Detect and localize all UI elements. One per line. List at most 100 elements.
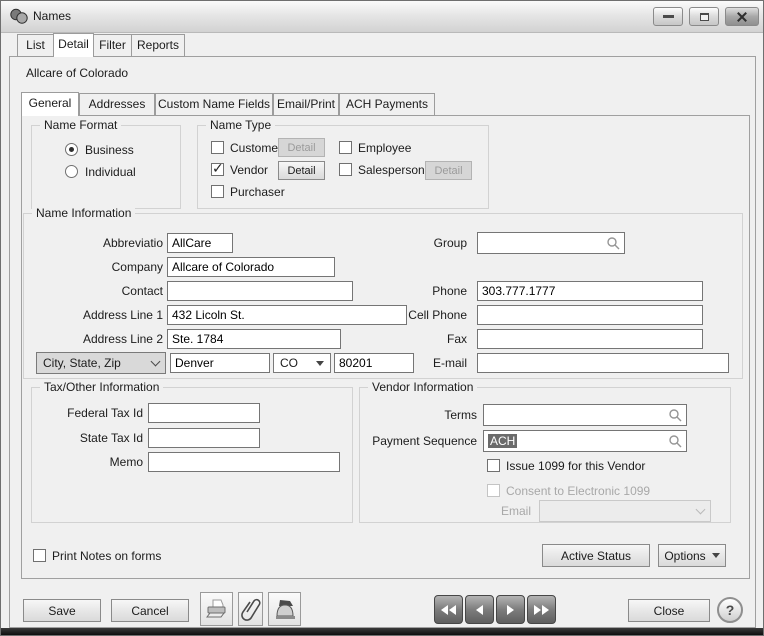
previous-record-icon [476, 605, 483, 615]
chevron-down-icon [151, 357, 161, 367]
tab-ach-payments[interactable]: ACH Payments [339, 93, 435, 116]
options-button[interactable]: Options [658, 544, 726, 567]
phone-input[interactable] [477, 281, 703, 301]
email-label: E-mail [331, 353, 467, 373]
terms-lookup-field[interactable] [483, 404, 687, 426]
name-type-legend: Name Type [206, 118, 275, 132]
federal-tax-id-label: Federal Tax Id [35, 403, 143, 423]
tab-email-print[interactable]: Email/Print [273, 93, 339, 116]
payment-sequence-label: Payment Sequence [359, 431, 477, 451]
record-previous-button[interactable] [465, 595, 494, 624]
state-tax-id-label: State Tax Id [35, 428, 143, 448]
employee-checkbox-label[interactable]: Employee [358, 138, 411, 158]
salesperson-detail-button[interactable]: Detail [425, 161, 472, 180]
tab-addresses[interactable]: Addresses [79, 93, 155, 116]
close-button[interactable]: Close [628, 599, 710, 622]
tax-other-information-legend: Tax/Other Information [40, 380, 163, 394]
company-label: Company [23, 257, 163, 277]
tab-reports[interactable]: Reports [131, 34, 185, 57]
phone-label: Phone [331, 281, 467, 301]
email-input[interactable] [477, 353, 729, 373]
window-bottom-edge [1, 628, 763, 635]
bell-icon [273, 597, 297, 621]
record-first-button[interactable] [434, 595, 463, 624]
cancel-button[interactable]: Cancel [111, 599, 189, 622]
vendor-email-combo[interactable] [539, 500, 711, 522]
issue-1099-checkbox-label[interactable]: Issue 1099 for this Vendor [506, 456, 645, 476]
tab-detail[interactable]: Detail [53, 33, 94, 57]
purchaser-checkbox[interactable] [211, 185, 224, 198]
names-window: Names List Detail Filter Reports Allcare… [0, 0, 764, 636]
dropdown-arrow-icon [712, 553, 720, 558]
minimize-button[interactable] [653, 7, 683, 26]
federal-tax-id-input[interactable] [148, 403, 260, 423]
first-record-icon [441, 605, 448, 615]
maximize-icon [700, 13, 709, 21]
fax-input[interactable] [477, 329, 703, 349]
search-icon [668, 408, 682, 422]
print-notes-checkbox-label[interactable]: Print Notes on forms [52, 546, 161, 566]
print-button[interactable] [200, 592, 233, 626]
name-format-legend: Name Format [40, 118, 121, 132]
vendor-detail-button[interactable]: Detail [278, 161, 325, 180]
chevron-down-icon [696, 505, 706, 515]
individual-radio[interactable] [65, 165, 78, 178]
customer-checkbox[interactable] [211, 141, 224, 154]
customer-checkbox-label[interactable]: Customer [230, 138, 282, 158]
memo-input[interactable] [148, 452, 340, 472]
city-state-zip-selector-label: City, State, Zip [43, 356, 121, 370]
business-radio-label[interactable]: Business [85, 140, 134, 160]
business-radio[interactable] [65, 143, 78, 156]
active-status-button[interactable]: Active Status [542, 544, 650, 567]
state-combo[interactable]: CO [273, 353, 331, 373]
individual-radio-label[interactable]: Individual [85, 162, 136, 182]
address-line-1-label: Address Line 1 [23, 305, 163, 325]
salesperson-checkbox[interactable] [339, 163, 352, 176]
tab-general[interactable]: General [21, 92, 79, 116]
consent-electronic-1099-checkbox[interactable] [487, 484, 500, 497]
payment-sequence-lookup-field[interactable]: ACH [483, 430, 687, 452]
vendor-checkbox-label[interactable]: Vendor [230, 160, 268, 180]
terms-label: Terms [367, 405, 477, 425]
state-tax-id-input[interactable] [148, 428, 260, 448]
print-notes-checkbox[interactable] [33, 549, 46, 562]
record-next-button[interactable] [496, 595, 525, 624]
titlebar: Names [1, 1, 763, 33]
city-state-zip-selector[interactable]: City, State, Zip [36, 352, 166, 374]
tab-custom-name-fields[interactable]: Custom Name Fields [155, 93, 273, 116]
dropdown-arrow-icon [316, 361, 324, 366]
abbreviation-input[interactable] [167, 233, 233, 253]
close-icon [736, 11, 748, 23]
last-record-icon [534, 605, 541, 615]
options-button-label: Options [664, 549, 705, 563]
city-input[interactable] [170, 353, 270, 373]
minimize-icon [663, 15, 674, 18]
paperclip-icon [241, 596, 261, 622]
address-line-2-input[interactable] [167, 329, 341, 349]
vendor-checkbox[interactable] [211, 163, 224, 176]
help-button[interactable]: ? [717, 597, 743, 623]
salesperson-checkbox-label[interactable]: Salesperson [358, 160, 425, 180]
names-icon [9, 8, 29, 25]
attachments-button[interactable] [238, 592, 263, 626]
payment-sequence-value: ACH [488, 434, 517, 448]
issue-1099-checkbox[interactable] [487, 459, 500, 472]
maximize-button[interactable] [689, 7, 719, 26]
record-last-button[interactable] [527, 595, 556, 624]
close-window-button[interactable] [725, 7, 759, 26]
customer-detail-button[interactable]: Detail [278, 138, 325, 157]
group-lookup-field[interactable] [477, 232, 625, 254]
save-button[interactable]: Save [23, 599, 101, 622]
company-input[interactable] [167, 257, 335, 277]
purchaser-checkbox-label[interactable]: Purchaser [230, 182, 285, 202]
employee-checkbox[interactable] [339, 141, 352, 154]
record-name: Allcare of Colorado [26, 66, 128, 80]
contact-input[interactable] [167, 281, 353, 301]
search-icon [606, 236, 620, 250]
cell-phone-input[interactable] [477, 305, 703, 325]
tab-list[interactable]: List [17, 34, 54, 57]
tab-filter[interactable]: Filter [93, 34, 132, 57]
print-icon [205, 598, 229, 620]
alerts-button[interactable] [268, 592, 301, 626]
next-record-icon [507, 605, 514, 615]
